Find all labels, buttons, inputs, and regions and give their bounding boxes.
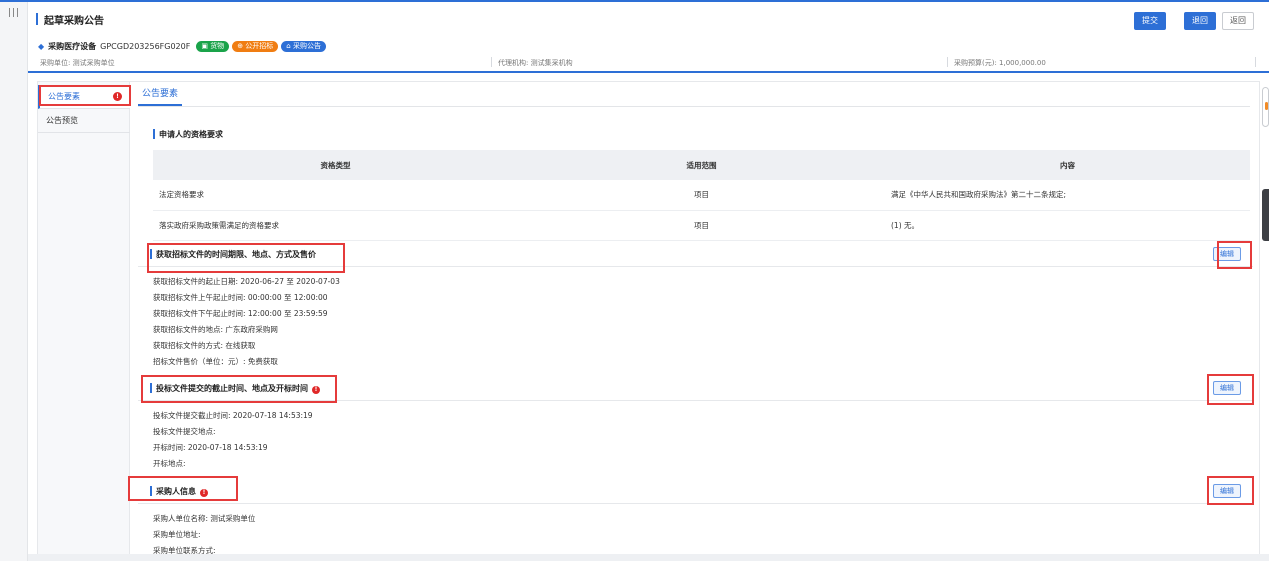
section-header: 采购人信息! 编辑 (138, 478, 1253, 504)
menu-icon[interactable]: ||| (8, 8, 20, 18)
field-row: 投标文件提交地点: (153, 427, 216, 436)
buyer-section: 采购人信息! 编辑 采购人单位名称: 测试采购单位 采购单位地址: 采购单位联系… (138, 478, 1253, 560)
field-row: 获取招标文件的起止日期: 2020-06-27 至 2020-07-03 (153, 277, 340, 286)
page-header: 起草采购公告 提交 退回 返回 ◆ 采购医疗设备 GPCGD203256FG02… (28, 2, 1269, 73)
sidenav-item-label: 公告预览 (46, 116, 78, 125)
tab-notice-elements[interactable]: 公告要素 (138, 86, 183, 106)
agency-meta: 代理机构: 测试集采机构 (498, 59, 573, 67)
table-cell: 项目 (518, 180, 885, 211)
field-row: 获取招标文件下午起止时间: 12:00:00 至 23:59:59 (153, 309, 328, 318)
layers-icon: ◆ (38, 41, 45, 51)
table-cell: (1) 无。 (885, 210, 1250, 241)
form-panel: 公告要素 申请人的资格要求 资格类型 适用范围 内容 法定资格要求 项目 满足《… (128, 82, 1254, 560)
table-cell: 满足《中华人民共和国政府采购法》第二十二条规定; (885, 180, 1250, 211)
project-name: 采购医疗设备 (48, 41, 97, 51)
qualification-table: 资格类型 适用范围 内容 法定资格要求 项目 满足《中华人民共和国政府采购法》第… (153, 150, 1250, 241)
budget-meta: 采购预算(元): 1,000,000.00 (954, 59, 1046, 67)
sidenav-item-label: 公告要素 (48, 92, 80, 101)
meta-divider (491, 57, 492, 67)
sidenav-item-notice-preview[interactable]: 公告预览 (38, 109, 130, 133)
scroll-indicator (1265, 102, 1268, 110)
alert-icon: ! (113, 92, 122, 101)
app-left-rail: ||| (0, 2, 28, 561)
section-title: 采购人信息! (156, 486, 208, 497)
edit-button[interactable]: 编辑 (1213, 381, 1241, 395)
field-row: 招标文件售价（单位：元）: 免费获取 (153, 357, 278, 366)
purchaser-meta: 采购单位: 测试采购单位 (40, 59, 115, 67)
sidenav-item-notice-elements[interactable]: 公告要素 ! (38, 85, 130, 109)
sidenav: 公告要素 ! 公告预览 (38, 82, 131, 560)
table-row: 落实政府采购政策需满足的资格要求 项目 (1) 无。 (153, 210, 1250, 241)
section-accent (150, 486, 152, 496)
tag-open-tender: ⊕ 公开招标 (232, 40, 279, 52)
title-accent (36, 13, 38, 25)
docs-section: 获取招标文件的时间期限、地点、方式及售价 编辑 获取招标文件的起止日期: 202… (138, 241, 1253, 373)
table-header: 适用范围 (518, 150, 885, 180)
content-area: 公告要素 ! 公告预览 公告要素 申请人的资格要求 资格类型 适用范围 内容 法… (37, 81, 1260, 561)
page-title: 起草采购公告 (44, 16, 104, 27)
main-area: 起草采购公告 提交 退回 返回 ◆ 采购医疗设备 GPCGD203256FG02… (28, 2, 1269, 561)
table-header: 资格类型 (153, 150, 518, 180)
field-row: 获取招标文件的地点: 广东政府采购网 (153, 325, 278, 334)
table-row: 法定资格要求 项目 满足《中华人民共和国政府采购法》第二十二条规定; (153, 180, 1250, 211)
table-cell: 落实政府采购政策需满足的资格要求 (153, 210, 518, 241)
field-row: 获取招标文件的方式: 在线获取 (153, 341, 256, 350)
bottom-bar (28, 554, 1269, 561)
section-header: 获取招标文件的时间期限、地点、方式及售价投标文件提交的截止时间、地点及开标时间!… (138, 375, 1253, 401)
submit-button[interactable]: 提交 (1134, 12, 1166, 30)
tag-goods: ▣ 货物 (196, 40, 230, 52)
project-line: ◆ 采购医疗设备 GPCGD203256FG020F ▣ 货物 ⊕ 公开招标 ⌂… (38, 40, 329, 52)
section-title: 获取招标文件的时间期限、地点、方式及售价投标文件提交的截止时间、地点及开标时间! (156, 383, 320, 394)
edit-button[interactable]: 编辑 (1213, 484, 1241, 498)
section-accent (150, 249, 152, 259)
field-row: 开标地点: (153, 459, 186, 468)
table-cell: 项目 (518, 210, 885, 241)
section-title: 获取招标文件的时间期限、地点、方式及售价 (156, 250, 316, 259)
return-primary-button[interactable]: 退回 (1184, 12, 1216, 30)
section-accent (153, 129, 155, 139)
section-title: 申请人的资格要求 (159, 130, 223, 139)
side-panel-toggle[interactable] (1262, 189, 1269, 241)
tab-divider (138, 106, 1250, 107)
field-row: 采购人单位名称: 测试采购单位 (153, 514, 256, 523)
project-code: GPCGD203256FG020F (100, 41, 191, 51)
edit-button[interactable]: 编辑 (1213, 247, 1241, 261)
alert-icon: ! (312, 386, 320, 394)
table-header: 内容 (885, 150, 1250, 180)
meta-divider (947, 57, 948, 67)
tag-procurement-notice: ⌂ 采购公告 (281, 40, 326, 52)
table-cell: 法定资格要求 (153, 180, 518, 211)
back-button[interactable]: 返回 (1222, 12, 1254, 30)
meta-divider (1255, 57, 1256, 67)
bid-section: 获取招标文件的时间期限、地点、方式及售价投标文件提交的截止时间、地点及开标时间!… (138, 375, 1253, 475)
field-row: 获取招标文件上午起止时间: 00:00:00 至 12:00:00 (153, 293, 328, 302)
field-row: 采购单位地址: (153, 530, 201, 539)
field-row: 开标时间: 2020-07-18 14:53:19 (153, 443, 268, 452)
field-row: 投标文件提交截止时间: 2020-07-18 14:53:19 (153, 411, 313, 420)
section-accent (150, 383, 152, 393)
section-header: 获取招标文件的时间期限、地点、方式及售价 编辑 (138, 241, 1253, 267)
alert-icon: ! (200, 489, 208, 497)
